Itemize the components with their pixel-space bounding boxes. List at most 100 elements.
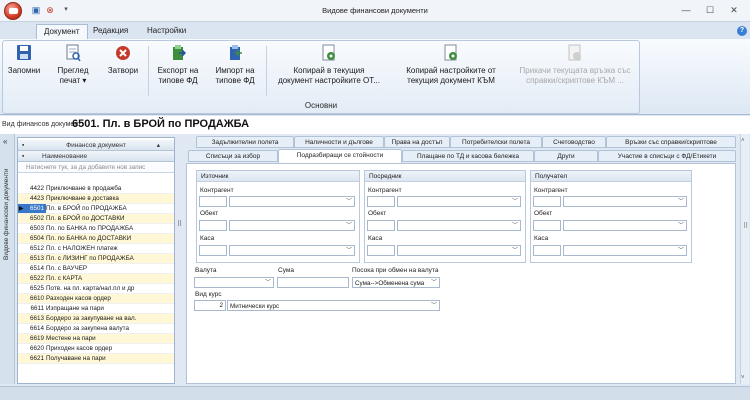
amount-label: Сума bbox=[278, 267, 294, 274]
grid-corner-icon: ▪ bbox=[22, 153, 25, 160]
tab-selection-lists[interactable]: Списъци за избор bbox=[188, 150, 278, 162]
tab-stock-debts[interactable]: Наличности и дългове bbox=[294, 136, 384, 148]
table-row[interactable]: 6611 Изпращане на пари bbox=[18, 304, 174, 314]
tab-payment[interactable]: Плащане по ТД и касова бележка bbox=[402, 150, 534, 162]
amount-input[interactable] bbox=[277, 277, 349, 288]
save-button[interactable]: Запомни bbox=[4, 44, 44, 76]
close-window-icon[interactable]: ✕ bbox=[722, 3, 746, 18]
tab-user-fields[interactable]: Потребителски полета bbox=[450, 136, 542, 148]
chevron-down-icon[interactable]: ﹀ bbox=[511, 247, 519, 255]
tab-other[interactable]: Други bbox=[534, 150, 598, 162]
splitter-grip-icon[interactable]: ⠿ bbox=[743, 222, 748, 230]
recipient-cashbox-select[interactable]: ﹀ bbox=[563, 245, 687, 256]
tab-edit[interactable]: Редакция bbox=[86, 24, 135, 39]
chevron-down-icon[interactable]: ﹀ bbox=[511, 198, 519, 206]
chevron-down-icon[interactable]: ﹀ bbox=[677, 198, 685, 206]
table-row[interactable]: 6504 Пл. по БАНКА по ДОСТАВКИ bbox=[18, 234, 174, 244]
chevron-down-icon[interactable]: ﹀ bbox=[430, 302, 438, 310]
attach-link-button[interactable]: Прикачи текущата връзка със справки/скри… bbox=[512, 44, 638, 86]
table-row[interactable]: 6512 Пл. с НАЛОЖЕН платеж bbox=[18, 244, 174, 254]
table-row[interactable]: 6513 Пл. с ЛИЗИНГ по ПРОДАЖБА bbox=[18, 254, 174, 264]
exchange-direction-label: Посока при обмен на валута bbox=[352, 267, 439, 274]
recipient-object-select[interactable]: ﹀ bbox=[563, 220, 687, 231]
recipient-cashbox-code[interactable] bbox=[533, 245, 561, 256]
copy-settings-to-button[interactable]: Копирай настройките от текущия документ … bbox=[393, 44, 509, 86]
chevron-down-icon[interactable]: ﹀ bbox=[430, 279, 438, 287]
rate-type-select[interactable]: Митнически курс ﹀ bbox=[227, 300, 440, 311]
intermediary-object-code[interactable] bbox=[367, 220, 395, 231]
table-row-selected[interactable]: 6501 Пл. в БРОЙ по ПРОДАЖБА bbox=[18, 204, 174, 214]
tab-required-fields[interactable]: Задължителни полета bbox=[196, 136, 294, 148]
source-object-code[interactable] bbox=[199, 220, 227, 231]
splitter-grip-icon[interactable]: ⠿ bbox=[177, 220, 182, 228]
import-types-button[interactable]: Импорт на типове ФД bbox=[208, 44, 262, 86]
intermediary-cashbox-label: Каса bbox=[368, 235, 383, 242]
table-row[interactable]: 6610 Разходен касов ордер bbox=[18, 294, 174, 304]
export-types-button[interactable]: Експорт на типове ФД bbox=[152, 44, 204, 86]
import-icon bbox=[227, 44, 243, 62]
vertical-scrollbar[interactable] bbox=[740, 134, 749, 384]
chevron-down-icon[interactable]: ﹀ bbox=[345, 247, 353, 255]
maximize-icon[interactable]: ☐ bbox=[698, 3, 722, 18]
status-bar bbox=[0, 386, 750, 400]
tab-accounting[interactable]: Счетоводство bbox=[542, 136, 606, 148]
tab-access-rights[interactable]: Права на достъп bbox=[384, 136, 450, 148]
rate-type-code[interactable]: 2 bbox=[194, 300, 226, 311]
attach-link-icon bbox=[567, 44, 583, 62]
intermediary-object-select[interactable]: ﹀ bbox=[397, 220, 521, 231]
table-row[interactable]: 6613 Бордеро за закупуване на вал. bbox=[18, 314, 174, 324]
table-row[interactable]: 6502 Пл. в БРОЙ по ДОСТАВКИ bbox=[18, 214, 174, 224]
table-row[interactable]: 6619 Местене на пари bbox=[18, 334, 174, 344]
table-row[interactable]: 6525 Потв. на пл. карта/нал.пл и др bbox=[18, 284, 174, 294]
table-row[interactable]: 6503 Пл. по БАНКА по ПРОДАЖБА bbox=[18, 224, 174, 234]
table-row[interactable]: 6621 Получаване на пари bbox=[18, 354, 174, 364]
recipient-object-code[interactable] bbox=[533, 220, 561, 231]
chevron-down-icon[interactable]: ﹀ bbox=[345, 222, 353, 230]
intermediary-contractor-select[interactable]: ﹀ bbox=[397, 196, 521, 207]
grid-group-header: ▪ Финансов документ ▴ bbox=[18, 140, 174, 151]
table-row[interactable]: 4423 Приключване в доставка bbox=[18, 194, 174, 204]
chevron-up-icon[interactable]: ▴ bbox=[157, 140, 160, 151]
table-row[interactable]: 6514 Пл. с ВАУЧЕР bbox=[18, 264, 174, 274]
tab-report-links[interactable]: Връзки със справки/скриптове bbox=[606, 136, 736, 148]
copy-settings-from-button[interactable]: Копирай в текущия документ настройките О… bbox=[270, 44, 388, 86]
new-row-input[interactable]: Натиснете тук, за да добавите нов запис bbox=[18, 163, 174, 173]
intermediary-object-label: Обект bbox=[368, 210, 387, 217]
tab-list-participation[interactable]: Участие в списъци с ФД/Етикети bbox=[598, 150, 736, 162]
table-row[interactable]: 6614 Бордеро за закупена валута bbox=[18, 324, 174, 334]
source-cashbox-code[interactable] bbox=[199, 245, 227, 256]
source-object-select[interactable]: ﹀ bbox=[229, 220, 355, 231]
tab-document[interactable]: Документ bbox=[36, 24, 88, 39]
table-row[interactable]: 6620 Приходен касов ордер bbox=[18, 344, 174, 354]
exchange-direction-select[interactable]: Сума-->Обменена сума ﹀ bbox=[352, 277, 440, 288]
chevron-down-icon[interactable]: ﹀ bbox=[677, 247, 685, 255]
print-preview-button[interactable]: Преглед печат ▾ bbox=[50, 44, 96, 86]
source-contractor-select[interactable]: ﹀ bbox=[229, 196, 355, 207]
tab-settings[interactable]: Настройки bbox=[140, 24, 193, 39]
close-button[interactable]: Затвори bbox=[104, 44, 142, 76]
currency-select[interactable]: ﹀ bbox=[194, 277, 274, 288]
print-preview-icon bbox=[65, 44, 81, 62]
grid-column-header[interactable]: ▪ Наименование bbox=[18, 151, 174, 162]
chevron-down-icon[interactable]: ﹀ bbox=[677, 222, 685, 230]
intermediary-contractor-code[interactable] bbox=[367, 196, 395, 207]
recipient-contractor-code[interactable] bbox=[533, 196, 561, 207]
intermediary-cashbox-select[interactable]: ﹀ bbox=[397, 245, 521, 256]
source-contractor-code[interactable] bbox=[199, 196, 227, 207]
minimize-icon[interactable]: — bbox=[674, 3, 698, 18]
tab-default-values[interactable]: Подразбиращи се стойности bbox=[278, 149, 402, 164]
chevron-down-icon[interactable]: ﹀ bbox=[511, 222, 519, 230]
panel-splitter[interactable] bbox=[176, 134, 182, 384]
table-row[interactable]: 4422 Приключване в продажба bbox=[18, 184, 174, 194]
scroll-down-icon[interactable]: ˅ bbox=[741, 375, 745, 381]
intermediary-cashbox-code[interactable] bbox=[367, 245, 395, 256]
table-row[interactable]: 6522 Пл. с КАРТА bbox=[18, 274, 174, 284]
source-cashbox-select[interactable]: ﹀ bbox=[229, 245, 355, 256]
collapse-icon[interactable]: « bbox=[3, 137, 7, 146]
scroll-up-icon[interactable]: ˄ bbox=[741, 138, 745, 144]
chevron-down-icon[interactable]: ﹀ bbox=[264, 279, 272, 287]
help-icon[interactable]: ? bbox=[737, 26, 747, 36]
intermediary-group-title: Посредник bbox=[365, 171, 525, 182]
recipient-contractor-select[interactable]: ﹀ bbox=[563, 196, 687, 207]
chevron-down-icon[interactable]: ﹀ bbox=[345, 198, 353, 206]
